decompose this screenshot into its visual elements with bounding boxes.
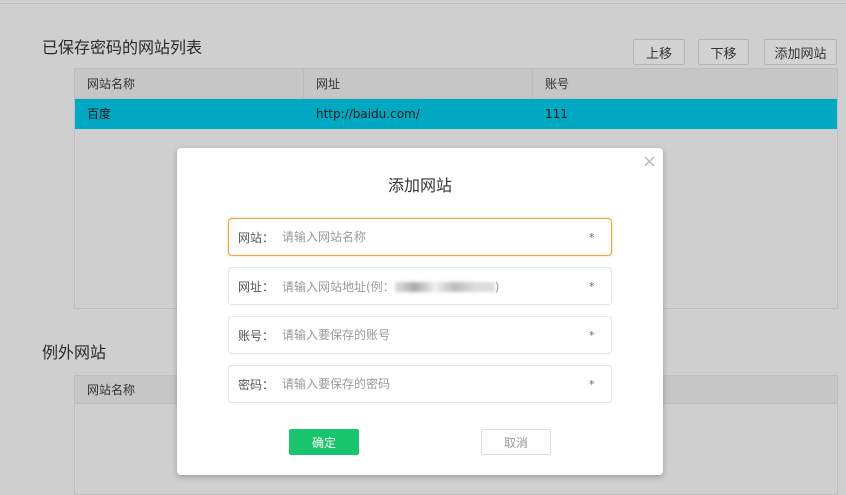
site-url-field[interactable]: 网址： 请输入网站地址(例：) * — [228, 267, 612, 305]
add-site-button[interactable]: 添加网站 — [764, 39, 837, 65]
blurred-example — [394, 282, 495, 292]
top-divider — [0, 3, 846, 4]
site-url-input[interactable]: 请输入网站地址(例：) — [282, 278, 589, 295]
password-input[interactable] — [282, 377, 589, 391]
field-label: 网址： — [238, 279, 275, 294]
confirm-button[interactable]: 确定 — [289, 429, 359, 455]
table-row[interactable]: 百度 http://baidu.com/ 111 — [75, 99, 837, 129]
site-name-field[interactable]: 网站： * — [228, 218, 612, 256]
column-header-name[interactable]: 网站名称 — [75, 69, 304, 98]
move-up-button[interactable]: 上移 — [633, 39, 685, 65]
required-mark: * — [589, 279, 595, 293]
table-header: 网站名称 网址 账号 — [75, 69, 837, 99]
cancel-button[interactable]: 取消 — [481, 429, 551, 455]
required-mark: * — [589, 230, 595, 244]
site-name-input[interactable] — [282, 230, 589, 244]
column-header-url[interactable]: 网址 — [304, 69, 533, 98]
password-field[interactable]: 密码： * — [228, 365, 612, 403]
move-down-button[interactable]: 下移 — [698, 39, 749, 65]
cell-url: http://baidu.com/ — [316, 107, 420, 121]
exceptions-title: 例外网站 — [42, 343, 107, 362]
field-label: 账号： — [238, 328, 275, 343]
add-site-dialog: 添加网站 × 网站： * 网址： 请输入网站地址(例：) * 账号： * 密码：… — [177, 148, 663, 475]
dialog-title: 添加网站 — [387, 176, 452, 195]
account-input[interactable] — [282, 328, 589, 342]
close-icon[interactable]: × — [642, 151, 657, 172]
required-mark: * — [589, 328, 595, 342]
column-header-account[interactable]: 账号 — [533, 69, 837, 98]
required-mark: * — [589, 377, 595, 391]
field-label: 密码： — [238, 377, 275, 392]
field-label: 网站： — [238, 230, 275, 245]
saved-sites-title: 已保存密码的网站列表 — [42, 38, 203, 57]
cell-account: 111 — [545, 107, 568, 121]
placeholder-text: 请输入网站地址(例： — [282, 279, 395, 294]
cell-name: 百度 — [87, 107, 112, 121]
placeholder-end: ) — [494, 279, 500, 294]
account-field[interactable]: 账号： * — [228, 316, 612, 354]
